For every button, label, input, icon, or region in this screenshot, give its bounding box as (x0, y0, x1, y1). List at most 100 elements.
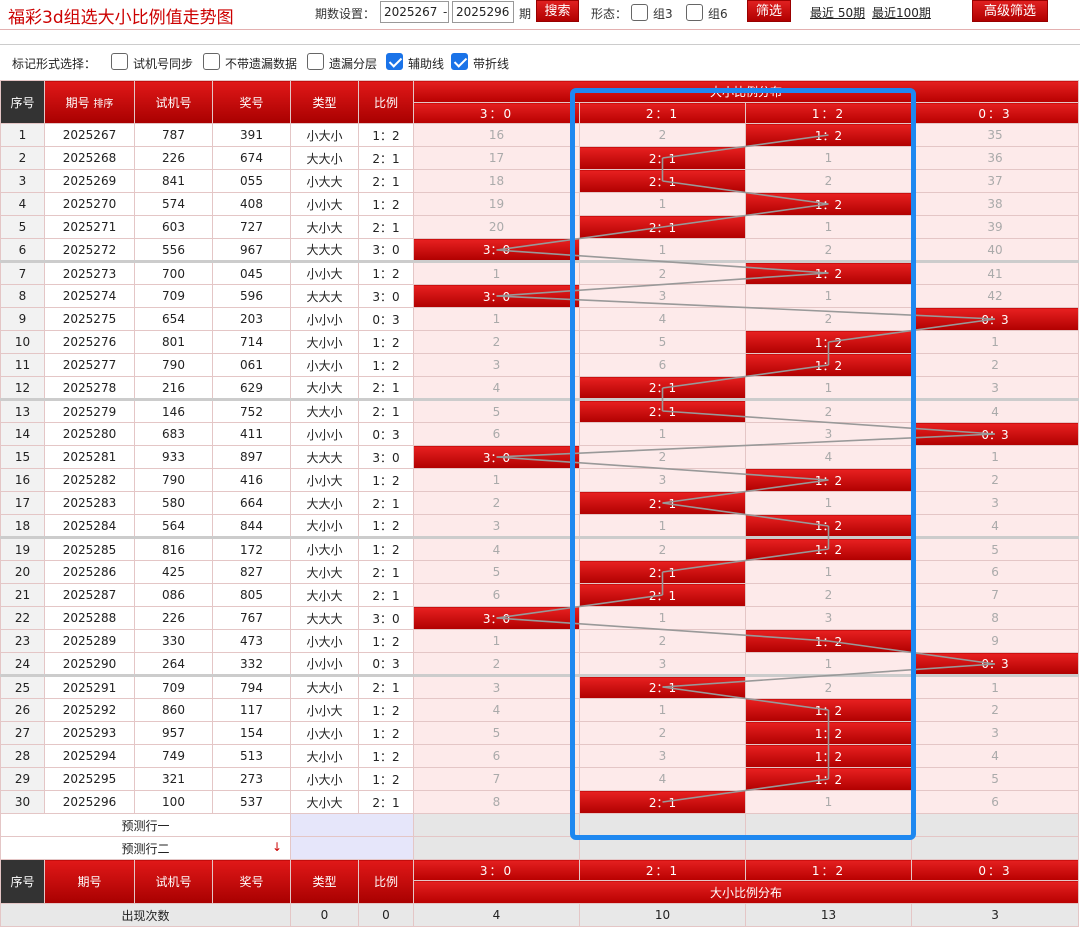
arrow-down-icon[interactable]: ↓ (272, 840, 282, 854)
cell-prize: 767 (212, 606, 291, 630)
dist-miss-cell: 17 (413, 146, 580, 170)
cell-ratio: 1：2 (358, 698, 414, 722)
footer-trial: 试机号 (134, 859, 213, 904)
predict-row-1-cell[interactable] (290, 813, 414, 837)
dist-miss-cell: 1 (413, 260, 580, 285)
search-button[interactable]: 搜索 (536, 0, 579, 22)
cell-seq: 9 (0, 307, 45, 331)
dist-miss-cell: 1 (413, 468, 580, 492)
header-period[interactable]: 期号 排序 (44, 80, 135, 124)
footer-col-3-0: 3：0 (413, 858, 580, 882)
predict-row-1[interactable]: 预测行一 (0, 813, 291, 837)
table-row: 29 2025295 321 273 小大小 1：2 7 4 1：2 5 (0, 767, 1080, 791)
footer-period: 期号 (44, 859, 135, 904)
cell-period: 2025287 (44, 583, 135, 607)
cell-ratio: 0：3 (358, 422, 414, 446)
polyline-checkbox[interactable] (451, 53, 468, 70)
period-from-input[interactable]: 2025267 (380, 1, 449, 23)
advanced-filter-button[interactable]: 高级筛选 (972, 0, 1048, 22)
cell-period: 2025295 (44, 767, 135, 791)
cell-type: 小大小 (290, 536, 359, 561)
filter-button[interactable]: 筛选 (747, 0, 791, 22)
predict-row-1-d0[interactable] (413, 813, 580, 837)
cell-trial: 580 (134, 491, 213, 515)
cell-type: 小小小 (290, 652, 359, 676)
cell-ratio: 1：2 (358, 123, 414, 147)
top-toolbar: 福彩3d组选大小比例值走势图 期数设置： 2025267 - 2025296 期… (0, 0, 1080, 30)
cell-prize: 596 (212, 284, 291, 308)
cell-period: 2025291 (44, 674, 135, 699)
dist-hit-cell: 3：0 (413, 445, 580, 469)
group3-checkbox[interactable] (631, 4, 648, 21)
cell-period: 2025292 (44, 698, 135, 722)
recent-50-link[interactable]: 最近 50期 (810, 4, 865, 21)
cell-trial: 957 (134, 721, 213, 745)
dist-miss-cell: 3 (413, 674, 580, 699)
cell-type: 大小小 (290, 514, 359, 538)
dist-miss-cell: 4 (413, 698, 580, 722)
cell-seq: 26 (0, 698, 45, 722)
cell-period: 2025294 (44, 744, 135, 768)
cell-prize: 714 (212, 330, 291, 354)
cell-type: 大大大 (290, 445, 359, 469)
cell-trial: 816 (134, 536, 213, 561)
dist-miss-cell: 3 (910, 721, 1080, 745)
cell-seq: 7 (0, 260, 45, 285)
dist-miss-cell: 1 (910, 674, 1080, 699)
table-row: 17 2025283 580 664 大大小 2：1 2 2：1 1 3 (0, 491, 1080, 515)
predict-row-2-cell[interactable] (290, 836, 414, 860)
predict-row-2-d3[interactable] (910, 836, 1080, 860)
dist-hit-cell: 0：3 (910, 652, 1080, 676)
miss-layer-checkbox[interactable] (307, 53, 324, 70)
cell-prize: 203 (212, 307, 291, 331)
cell-prize: 967 (212, 238, 291, 262)
footer-count-0-3: 3 (910, 903, 1080, 927)
table-row: 1 2025267 787 391 小大小 1：2 16 2 1：2 35 (0, 123, 1080, 147)
group6-checkbox[interactable] (686, 4, 703, 21)
cell-ratio: 2：1 (358, 790, 414, 814)
cell-period: 2025275 (44, 307, 135, 331)
dist-miss-cell: 2 (910, 353, 1080, 377)
period-to-input[interactable]: 2025296 (452, 1, 514, 23)
group6-label: 组6 (708, 7, 728, 21)
dist-miss-cell: 2 (910, 468, 1080, 492)
footer-col-2-1: 2：1 (579, 858, 746, 882)
aux-line-checkbox[interactable] (386, 53, 403, 70)
cell-trial: 841 (134, 169, 213, 193)
dist-miss-cell: 7 (910, 583, 1080, 607)
cell-ratio: 2：1 (358, 560, 414, 584)
cell-trial: 603 (134, 215, 213, 239)
dist-miss-cell: 5 (910, 536, 1080, 561)
cell-period: 2025272 (44, 238, 135, 262)
predict-row-2-d0[interactable] (413, 836, 580, 860)
cell-trial: 700 (134, 260, 213, 285)
cell-period: 2025278 (44, 376, 135, 400)
cell-type: 大大小 (290, 491, 359, 515)
cell-prize: 827 (212, 560, 291, 584)
cell-prize: 411 (212, 422, 291, 446)
recent-100-link[interactable]: 最近100期 (872, 4, 931, 21)
dist-miss-cell: 36 (910, 146, 1080, 170)
cell-type: 小大小 (290, 353, 359, 377)
predict-row-1-d3[interactable] (910, 813, 1080, 837)
table-row: 15 2025281 933 897 大大大 3：0 3：0 2 4 1 (0, 445, 1080, 469)
dist-miss-cell: 1 (910, 445, 1080, 469)
cell-ratio: 3：0 (358, 284, 414, 308)
group3-label: 组3 (653, 7, 673, 21)
cell-period: 2025290 (44, 652, 135, 676)
trial-sync-checkbox[interactable] (111, 53, 128, 70)
cell-prize: 674 (212, 146, 291, 170)
footer-count-2-1: 10 (579, 903, 746, 927)
sort-link[interactable]: 排序 (93, 99, 113, 110)
no-miss-checkbox[interactable] (203, 53, 220, 70)
dist-miss-cell: 39 (910, 215, 1080, 239)
cell-seq: 1 (0, 123, 45, 147)
table-row: 23 2025289 330 473 小大小 1：2 1 2 1：2 9 (0, 629, 1080, 653)
dist-miss-cell: 9 (910, 629, 1080, 653)
cell-prize: 752 (212, 398, 291, 423)
cell-seq: 5 (0, 215, 45, 239)
cell-trial: 749 (134, 744, 213, 768)
predict-row-2[interactable]: 预测行二 ↓ (0, 836, 291, 860)
cell-trial: 787 (134, 123, 213, 147)
header-seq: 序号 (0, 80, 45, 124)
